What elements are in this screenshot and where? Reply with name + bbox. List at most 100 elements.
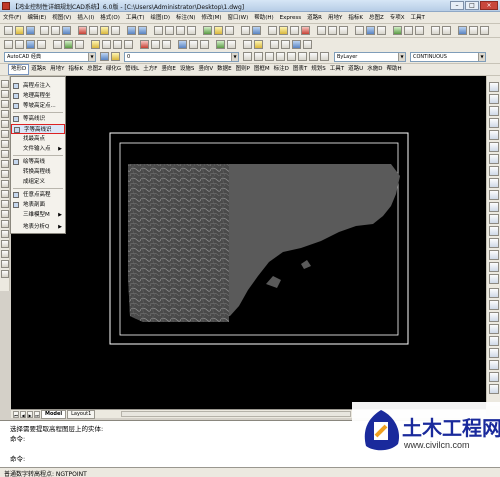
properties-right-icon[interactable] bbox=[489, 384, 499, 394]
circle-icon[interactable] bbox=[1, 140, 9, 148]
node-snap-icon[interactable] bbox=[124, 40, 133, 49]
color-combo[interactable]: ByLayer ▼ bbox=[334, 52, 406, 62]
layer-merge-icon[interactable] bbox=[309, 52, 318, 61]
insert-block-left-icon[interactable] bbox=[1, 190, 9, 198]
menu-modify[interactable]: 修改(M) bbox=[198, 12, 224, 24]
app-menu-tools[interactable]: 工具T bbox=[328, 64, 346, 75]
offset-icon[interactable] bbox=[489, 118, 499, 128]
sun-icon[interactable] bbox=[290, 26, 299, 35]
first-tab-icon[interactable]: ⏮ bbox=[13, 410, 19, 418]
stretch-icon[interactable] bbox=[489, 178, 499, 188]
layer-walk-icon[interactable] bbox=[254, 52, 263, 61]
text-edit-icon[interactable] bbox=[489, 300, 499, 310]
menu-index[interactable]: 指标K bbox=[345, 12, 366, 24]
app-menu-road-u[interactable]: 道路U bbox=[346, 64, 365, 75]
layer-isolate-icon[interactable] bbox=[265, 52, 274, 61]
construction-line-icon[interactable] bbox=[1, 90, 9, 98]
dropdown-item[interactable]: 地理高程坐 bbox=[11, 91, 65, 101]
otrack-icon[interactable] bbox=[64, 40, 73, 49]
polygon-icon[interactable] bbox=[1, 110, 9, 118]
design-center-icon[interactable] bbox=[214, 26, 223, 35]
app-menu-green[interactable]: 绿化G bbox=[104, 64, 123, 75]
layer-delete-icon[interactable] bbox=[320, 52, 329, 61]
app-menu-chart[interactable]: 图表T bbox=[291, 64, 309, 75]
dropdown-item[interactable]: 成组定义 bbox=[11, 177, 65, 187]
dropdown-item[interactable]: 等坡高定点... bbox=[11, 101, 65, 111]
app-menu-annotate[interactable]: 标注D bbox=[272, 64, 291, 75]
dim-linear-icon[interactable] bbox=[270, 40, 279, 49]
rotate-icon[interactable] bbox=[489, 154, 499, 164]
menu-view[interactable]: 视图(V) bbox=[49, 12, 74, 24]
app-menu-landuse[interactable]: 用地Y bbox=[48, 64, 66, 75]
new-file-icon[interactable] bbox=[4, 26, 13, 35]
join-icon[interactable] bbox=[489, 238, 499, 248]
app-menu-vertical-v[interactable]: 竖向V bbox=[196, 64, 215, 75]
drawing-canvas[interactable] bbox=[11, 76, 486, 409]
dropdown-item[interactable]: 转换高程线 bbox=[11, 167, 65, 177]
make-current-icon[interactable] bbox=[243, 52, 252, 61]
table-style-icon[interactable] bbox=[339, 26, 348, 35]
copy-object-icon[interactable] bbox=[489, 94, 499, 104]
extend-icon[interactable] bbox=[489, 202, 499, 212]
hatch-icon[interactable] bbox=[393, 26, 402, 35]
lock-icon[interactable] bbox=[301, 26, 310, 35]
layer-freeze-icon[interactable] bbox=[276, 52, 285, 61]
fillet-icon[interactable] bbox=[489, 262, 499, 272]
maximize-button[interactable]: □ bbox=[465, 1, 479, 10]
menu-road[interactable]: 道路R bbox=[304, 12, 325, 24]
dim-aligned-icon[interactable] bbox=[281, 40, 290, 49]
print-icon[interactable] bbox=[40, 26, 49, 35]
region-icon[interactable] bbox=[415, 26, 424, 35]
copy-icon[interactable] bbox=[89, 26, 98, 35]
publish-icon[interactable] bbox=[62, 26, 71, 35]
tracking-icon[interactable] bbox=[254, 40, 263, 49]
redo-icon[interactable] bbox=[138, 26, 147, 35]
menu-window[interactable]: 窗口(W) bbox=[225, 12, 252, 24]
properties-icon[interactable] bbox=[203, 26, 212, 35]
app-menu-water[interactable]: 水施D bbox=[365, 64, 384, 75]
midpoint-snap-icon[interactable] bbox=[102, 40, 111, 49]
dropdown-item[interactable]: 地表剖面 bbox=[11, 200, 65, 210]
save-icon[interactable] bbox=[26, 26, 35, 35]
mtext-icon[interactable] bbox=[1, 260, 9, 268]
array-icon[interactable] bbox=[489, 130, 499, 140]
gradient-left-icon[interactable] bbox=[1, 230, 9, 238]
ellipse-arc-icon[interactable] bbox=[1, 180, 9, 188]
distance-icon[interactable] bbox=[431, 26, 440, 35]
hatch-left-icon[interactable] bbox=[1, 220, 9, 228]
contour-area[interactable] bbox=[128, 164, 229, 322]
view-icon[interactable] bbox=[469, 26, 478, 35]
lightbulb-icon[interactable] bbox=[279, 26, 288, 35]
menu-format[interactable]: 格式(O) bbox=[97, 12, 123, 24]
dropdown-item[interactable]: 任意点高程 bbox=[11, 190, 65, 200]
revcloud-icon[interactable] bbox=[1, 150, 9, 158]
ucs-icon[interactable] bbox=[458, 26, 467, 35]
point-icon[interactable] bbox=[1, 210, 9, 218]
dim-angular-icon[interactable] bbox=[303, 40, 312, 49]
paste-icon[interactable] bbox=[100, 26, 109, 35]
region-left-icon[interactable] bbox=[1, 240, 9, 248]
next-tab-icon[interactable]: ▶ bbox=[27, 410, 33, 418]
quadrant-snap-icon[interactable] bbox=[189, 40, 198, 49]
undo-icon[interactable] bbox=[127, 26, 136, 35]
menu-landuse[interactable]: 用地Y bbox=[325, 12, 345, 24]
menu-special[interactable]: 专项X bbox=[387, 12, 408, 24]
menu-express[interactable]: Express bbox=[277, 12, 304, 24]
osnap-icon[interactable] bbox=[53, 40, 62, 49]
menu-help[interactable]: 帮助(H) bbox=[251, 12, 276, 24]
trim-icon[interactable] bbox=[489, 190, 499, 200]
prev-tab-icon[interactable]: ◀ bbox=[20, 410, 26, 418]
intersection-snap-icon[interactable] bbox=[140, 40, 149, 49]
xref-edit-icon[interactable] bbox=[489, 372, 499, 382]
draw-order-icon[interactable] bbox=[489, 288, 499, 298]
app-menu-vertical[interactable]: 竖向E bbox=[159, 64, 177, 75]
layer-previous-icon[interactable] bbox=[111, 52, 120, 61]
tool-palettes-icon[interactable] bbox=[225, 26, 234, 35]
app-menu-facility[interactable]: 设施S bbox=[178, 64, 197, 75]
dropdown-item-highlighted[interactable]: 字等高线识 bbox=[11, 124, 65, 134]
dim-radius-icon[interactable] bbox=[292, 40, 301, 49]
zoom-window-icon[interactable] bbox=[176, 26, 185, 35]
menu-file[interactable]: 文件(F) bbox=[0, 12, 24, 24]
app-menu-frame[interactable]: 图框M bbox=[252, 64, 272, 75]
help-icon[interactable] bbox=[252, 26, 261, 35]
